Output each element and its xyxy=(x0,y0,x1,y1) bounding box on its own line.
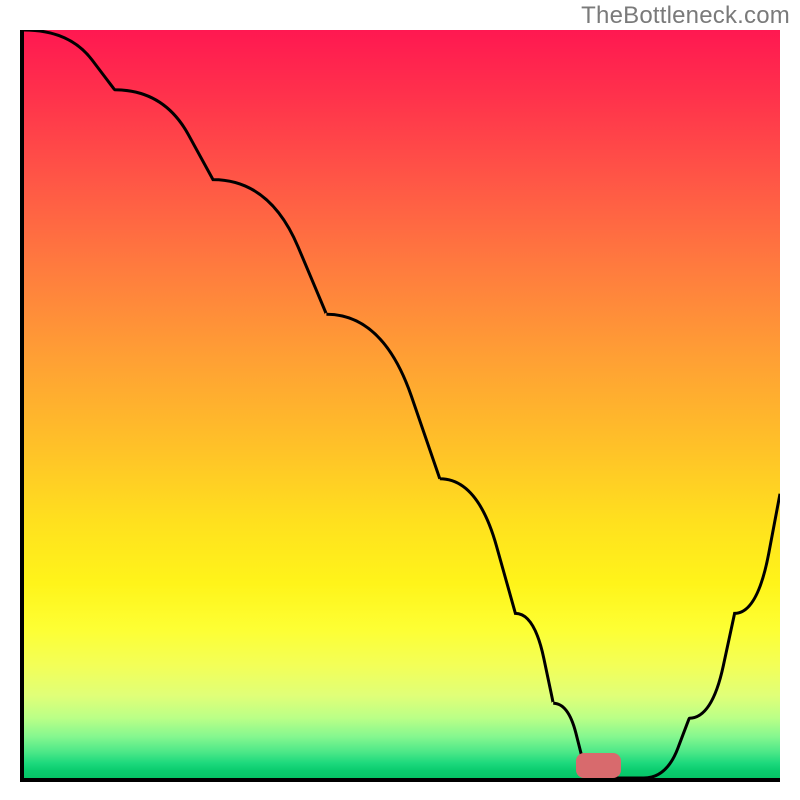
optimal-marker xyxy=(576,753,621,778)
chart-container: TheBottleneck.com xyxy=(0,0,800,800)
plot-area xyxy=(20,30,780,782)
bottleneck-curve xyxy=(24,30,780,778)
curve-layer xyxy=(24,30,780,778)
watermark-text: TheBottleneck.com xyxy=(581,2,790,30)
